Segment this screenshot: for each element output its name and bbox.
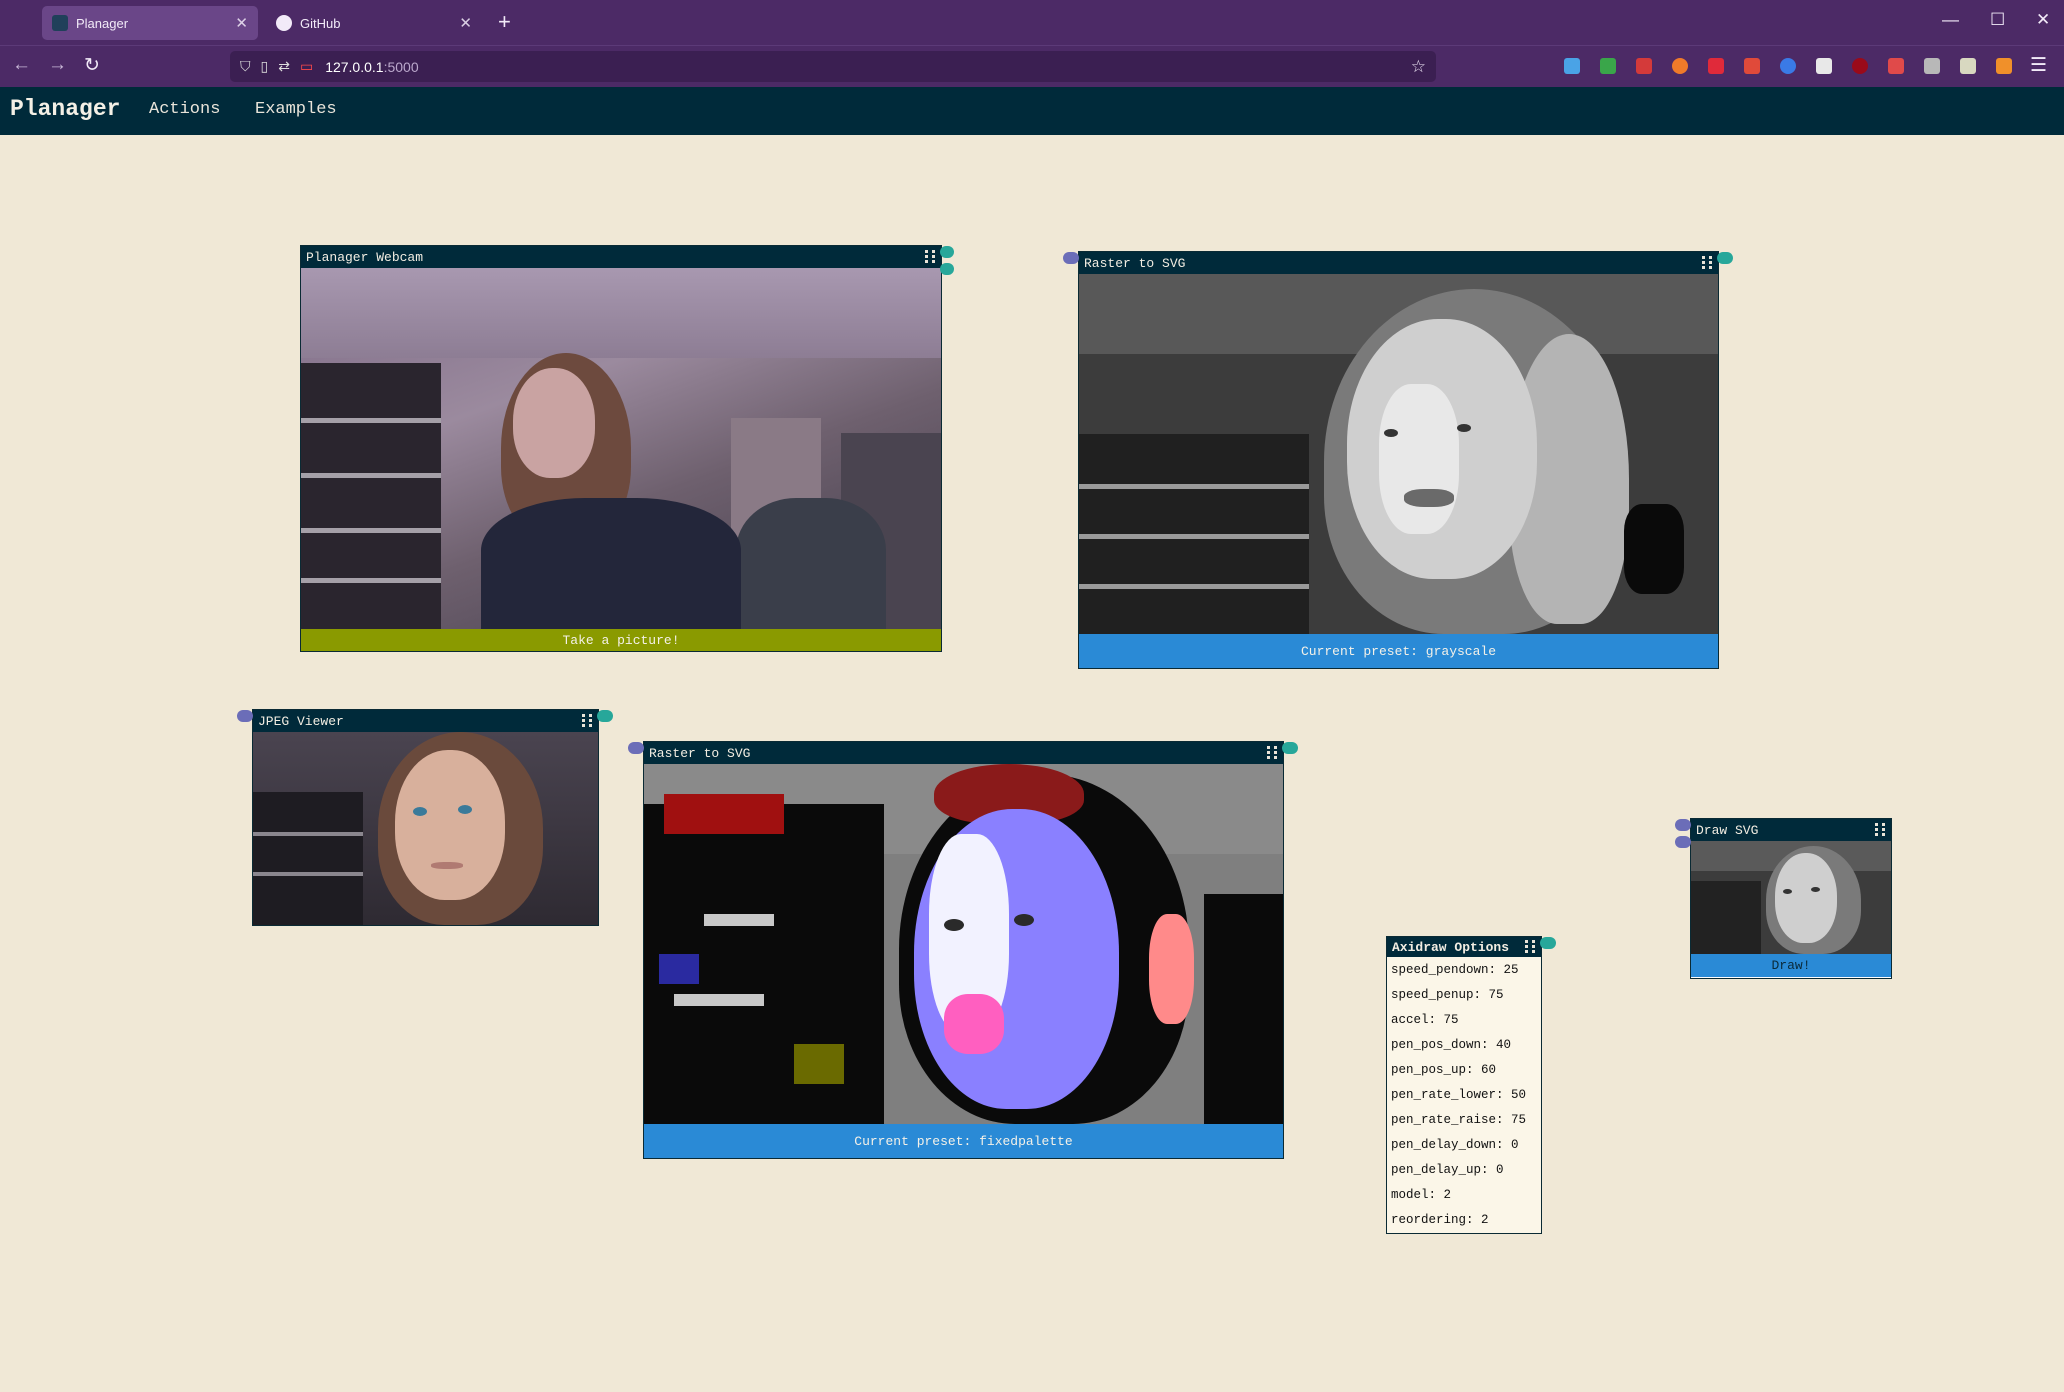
webcam-video: [301, 268, 941, 629]
forward-icon[interactable]: →: [48, 54, 67, 76]
take-picture-button[interactable]: Take a picture!: [301, 629, 941, 651]
output-port[interactable]: [1540, 937, 1556, 949]
raster-grayscale-panel[interactable]: Raster to SVG Current preset: grayscale: [1078, 251, 1719, 669]
raster-fixedpalette-panel[interactable]: Raster to SVG Current preset: fixedpalet…: [643, 741, 1284, 1159]
jpeg-image: [253, 732, 598, 925]
url-text: 127.0.0.1:5000: [325, 58, 419, 75]
bookmark-star-icon[interactable]: ☆: [1411, 57, 1426, 77]
panel-title: Axidraw Options: [1392, 939, 1510, 955]
panel-header[interactable]: Raster to SVG: [1079, 252, 1718, 274]
tab-label: Planager: [76, 15, 129, 31]
input-port[interactable]: [237, 710, 253, 722]
panel-title: Raster to SVG: [1084, 255, 1186, 271]
input-port[interactable]: [1675, 819, 1691, 831]
preset-selector[interactable]: Current preset: fixedpalette: [644, 1124, 1283, 1158]
option-row[interactable]: pen_delay_up: 0: [1387, 1157, 1541, 1182]
option-row[interactable]: model: 2: [1387, 1182, 1541, 1207]
input-port[interactable]: [1675, 836, 1691, 848]
close-tab-icon[interactable]: ✕: [235, 14, 248, 32]
output-port[interactable]: [1717, 252, 1733, 264]
new-tab-icon[interactable]: +: [498, 9, 511, 35]
back-icon[interactable]: ←: [12, 54, 31, 76]
option-row[interactable]: pen_pos_up: 60: [1387, 1057, 1541, 1082]
input-port[interactable]: [1063, 252, 1079, 264]
grip-icon[interactable]: [1267, 746, 1278, 759]
option-row[interactable]: speed_penup: 75: [1387, 982, 1541, 1007]
panel-header[interactable]: Planager Webcam: [301, 246, 941, 268]
preset-selector[interactable]: Current preset: grayscale: [1079, 634, 1718, 668]
extension-icon[interactable]: [1960, 58, 1976, 74]
tab-github[interactable]: GitHub ✕: [266, 6, 482, 40]
reload-icon[interactable]: ↻: [84, 54, 100, 77]
extension-icon[interactable]: [1816, 58, 1832, 74]
close-tab-icon[interactable]: ✕: [459, 14, 472, 32]
grip-icon[interactable]: [925, 250, 936, 263]
browser-tab-bar: Planager ✕ GitHub ✕ + — ☐ ✕: [0, 0, 2064, 45]
tab-label: GitHub: [300, 15, 341, 31]
extension-icon[interactable]: [1744, 58, 1760, 74]
option-row[interactable]: reordering: 2: [1387, 1207, 1541, 1232]
page-icon: ▯: [260, 58, 269, 74]
panel-header[interactable]: Axidraw Options: [1387, 937, 1541, 957]
panel-header[interactable]: Raster to SVG: [644, 742, 1283, 764]
svg-preview: [1691, 841, 1891, 954]
option-row[interactable]: pen_rate_raise: 75: [1387, 1107, 1541, 1132]
grip-icon[interactable]: [1875, 823, 1886, 836]
option-row[interactable]: pen_rate_lower: 50: [1387, 1082, 1541, 1107]
ublock-icon[interactable]: [1852, 58, 1868, 74]
browser-nav-bar: ← → ↻ ⛉ ▯ ⇄ ▭ 127.0.0.1:5000 ☆ ☰: [0, 45, 2064, 88]
axidraw-options-panel[interactable]: Axidraw Options speed_pendown: 25 speed_…: [1386, 936, 1542, 1234]
extension-icon[interactable]: [1708, 58, 1724, 74]
extension-icon[interactable]: [1996, 58, 2012, 74]
extension-icon[interactable]: [1780, 58, 1796, 74]
panel-title: Draw SVG: [1696, 822, 1759, 838]
panel-title: Planager Webcam: [306, 249, 424, 265]
grip-icon[interactable]: [1702, 256, 1713, 269]
close-window-icon[interactable]: ✕: [2036, 10, 2050, 30]
extension-icon[interactable]: [1924, 58, 1940, 74]
fixedpalette-svg-output: [644, 764, 1283, 1124]
grip-icon[interactable]: [1525, 940, 1536, 953]
grip-icon[interactable]: [582, 714, 593, 727]
tab-planager[interactable]: Planager ✕: [42, 6, 258, 40]
input-port[interactable]: [628, 742, 644, 754]
github-favicon-icon: [276, 15, 292, 31]
draw-button[interactable]: Draw!: [1691, 954, 1891, 977]
jpeg-viewer-panel[interactable]: JPEG Viewer: [252, 709, 599, 926]
option-row[interactable]: speed_pendown: 25: [1387, 957, 1541, 982]
option-row[interactable]: pen_delay_down: 0: [1387, 1132, 1541, 1157]
draw-svg-panel[interactable]: Draw SVG Draw!: [1690, 818, 1892, 979]
planager-favicon-icon: [52, 15, 68, 31]
app-header: Planager Actions Examples: [0, 87, 2064, 135]
panel-header[interactable]: Draw SVG: [1691, 819, 1891, 841]
output-port[interactable]: [940, 263, 954, 275]
menu-examples[interactable]: Examples: [255, 100, 337, 119]
grayscale-svg-output: [1079, 274, 1718, 634]
url-bar[interactable]: ⛉ ▯ ⇄ ▭ 127.0.0.1:5000 ☆: [230, 51, 1436, 82]
extension-icon[interactable]: [1564, 58, 1580, 74]
minimize-icon[interactable]: —: [1942, 10, 1959, 30]
shield-icon[interactable]: ⛉: [240, 58, 251, 75]
extension-icon[interactable]: [1888, 58, 1904, 74]
extension-icon[interactable]: [1636, 58, 1652, 74]
panel-title: Raster to SVG: [649, 745, 751, 761]
menu-actions[interactable]: Actions: [149, 100, 220, 119]
output-port[interactable]: [597, 710, 613, 722]
extension-icon[interactable]: [1672, 58, 1688, 74]
camera-active-icon[interactable]: ▭: [300, 58, 313, 75]
permissions-icon[interactable]: ⇄: [278, 58, 290, 75]
maximize-icon[interactable]: ☐: [1990, 10, 2005, 30]
panel-header[interactable]: JPEG Viewer: [253, 710, 598, 732]
app-brand: Planager: [10, 96, 121, 122]
extension-icon[interactable]: [1600, 58, 1616, 74]
panel-title: JPEG Viewer: [258, 713, 344, 729]
option-row[interactable]: pen_pos_down: 40: [1387, 1032, 1541, 1057]
option-row[interactable]: accel: 75: [1387, 1007, 1541, 1032]
webcam-panel[interactable]: Planager Webcam Take a picture!: [300, 245, 942, 652]
output-port[interactable]: [940, 246, 954, 258]
output-port[interactable]: [1282, 742, 1298, 754]
menu-icon[interactable]: ☰: [2030, 54, 2047, 77]
